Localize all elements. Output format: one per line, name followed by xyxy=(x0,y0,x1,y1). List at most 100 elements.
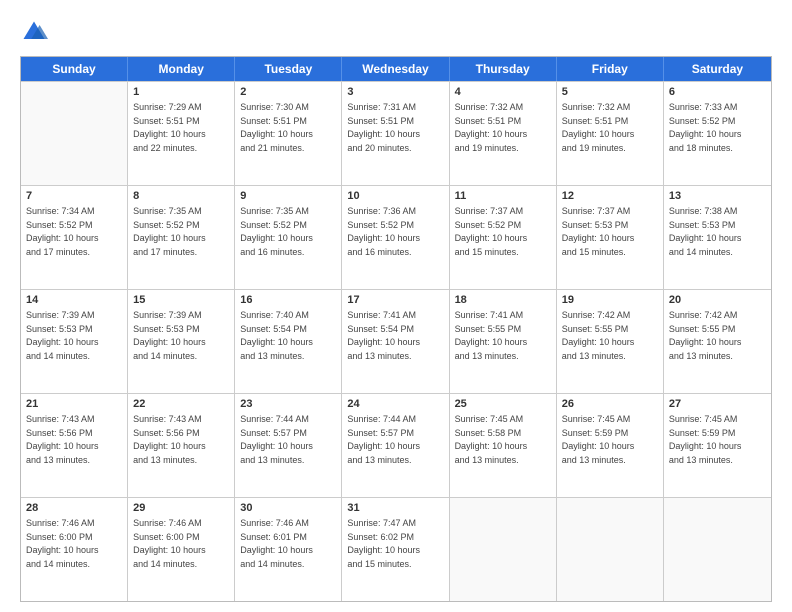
calendar-cell: 7 Sunrise: 7:34 AM Sunset: 5:52 PM Daylig… xyxy=(21,186,128,289)
day-number: 12 xyxy=(562,189,658,204)
weekday-header: Thursday xyxy=(450,57,557,81)
day-number: 3 xyxy=(347,85,443,100)
day-info: Sunrise: 7:46 AM Sunset: 6:01 PM Dayligh… xyxy=(240,518,313,569)
calendar-cell: 3 Sunrise: 7:31 AM Sunset: 5:51 PM Daylig… xyxy=(342,82,449,185)
calendar-cell xyxy=(450,498,557,601)
calendar-cell: 23 Sunrise: 7:44 AM Sunset: 5:57 PM Dayli… xyxy=(235,394,342,497)
day-number: 16 xyxy=(240,293,336,308)
day-info: Sunrise: 7:39 AM Sunset: 5:53 PM Dayligh… xyxy=(26,310,99,361)
calendar-body: 1 Sunrise: 7:29 AM Sunset: 5:51 PM Daylig… xyxy=(21,81,771,601)
day-number: 21 xyxy=(26,397,122,412)
day-info: Sunrise: 7:40 AM Sunset: 5:54 PM Dayligh… xyxy=(240,310,313,361)
day-info: Sunrise: 7:46 AM Sunset: 6:00 PM Dayligh… xyxy=(133,518,206,569)
calendar: SundayMondayTuesdayWednesdayThursdayFrid… xyxy=(20,56,772,602)
calendar-cell: 22 Sunrise: 7:43 AM Sunset: 5:56 PM Dayli… xyxy=(128,394,235,497)
header xyxy=(20,18,772,46)
calendar-cell: 4Sunrise: 7:32 AM Sunset: 5:51 PM Daylig… xyxy=(450,82,557,185)
day-number: 4 xyxy=(455,85,551,100)
calendar-cell: 10 Sunrise: 7:36 AM Sunset: 5:52 PM Dayli… xyxy=(342,186,449,289)
day-info: Sunrise: 7:45 AM Sunset: 5:59 PM Dayligh… xyxy=(669,414,742,465)
day-number: 19 xyxy=(562,293,658,308)
day-number: 30 xyxy=(240,501,336,516)
day-info: Sunrise: 7:38 AM Sunset: 5:53 PM Dayligh… xyxy=(669,206,742,257)
day-number: 31 xyxy=(347,501,443,516)
calendar-cell: 12 Sunrise: 7:37 AM Sunset: 5:53 PM Dayli… xyxy=(557,186,664,289)
day-info: Sunrise: 7:35 AM Sunset: 5:52 PM Dayligh… xyxy=(133,206,206,257)
calendar-cell: 5 Sunrise: 7:32 AM Sunset: 5:51 PM Daylig… xyxy=(557,82,664,185)
weekday-header: Friday xyxy=(557,57,664,81)
day-info: Sunrise: 7:33 AM Sunset: 5:52 PM Dayligh… xyxy=(669,102,742,153)
day-number: 23 xyxy=(240,397,336,412)
day-number: 15 xyxy=(133,293,229,308)
day-number: 13 xyxy=(669,189,766,204)
calendar-cell: 9 Sunrise: 7:35 AM Sunset: 5:52 PM Daylig… xyxy=(235,186,342,289)
day-number: 27 xyxy=(669,397,766,412)
calendar-row: 7 Sunrise: 7:34 AM Sunset: 5:52 PM Daylig… xyxy=(21,185,771,289)
calendar-cell xyxy=(21,82,128,185)
day-number: 24 xyxy=(347,397,443,412)
day-info: Sunrise: 7:42 AM Sunset: 5:55 PM Dayligh… xyxy=(669,310,742,361)
day-info: Sunrise: 7:35 AM Sunset: 5:52 PM Dayligh… xyxy=(240,206,313,257)
calendar-cell: 11 Sunrise: 7:37 AM Sunset: 5:52 PM Dayli… xyxy=(450,186,557,289)
calendar-cell: 19 Sunrise: 7:42 AM Sunset: 5:55 PM Dayli… xyxy=(557,290,664,393)
day-info: Sunrise: 7:34 AM Sunset: 5:52 PM Dayligh… xyxy=(26,206,99,257)
calendar-cell xyxy=(557,498,664,601)
day-number: 5 xyxy=(562,85,658,100)
calendar-cell: 27 Sunrise: 7:45 AM Sunset: 5:59 PM Dayli… xyxy=(664,394,771,497)
day-info: Sunrise: 7:37 AM Sunset: 5:53 PM Dayligh… xyxy=(562,206,635,257)
day-number: 25 xyxy=(455,397,551,412)
day-number: 14 xyxy=(26,293,122,308)
day-info: Sunrise: 7:29 AM Sunset: 5:51 PM Dayligh… xyxy=(133,102,206,153)
day-info: Sunrise: 7:41 AM Sunset: 5:55 PM Dayligh… xyxy=(455,310,528,361)
day-number: 10 xyxy=(347,189,443,204)
day-info: Sunrise: 7:43 AM Sunset: 5:56 PM Dayligh… xyxy=(26,414,99,465)
day-number: 6 xyxy=(669,85,766,100)
day-info: Sunrise: 7:43 AM Sunset: 5:56 PM Dayligh… xyxy=(133,414,206,465)
day-number: 29 xyxy=(133,501,229,516)
calendar-cell: 21 Sunrise: 7:43 AM Sunset: 5:56 PM Dayli… xyxy=(21,394,128,497)
calendar-row: 28Sunrise: 7:46 AM Sunset: 6:00 PM Dayli… xyxy=(21,497,771,601)
calendar-cell: 18 Sunrise: 7:41 AM Sunset: 5:55 PM Dayli… xyxy=(450,290,557,393)
day-info: Sunrise: 7:42 AM Sunset: 5:55 PM Dayligh… xyxy=(562,310,635,361)
calendar-cell: 14 Sunrise: 7:39 AM Sunset: 5:53 PM Dayli… xyxy=(21,290,128,393)
day-number: 22 xyxy=(133,397,229,412)
logo-icon xyxy=(20,18,48,46)
calendar-cell: 25 Sunrise: 7:45 AM Sunset: 5:58 PM Dayli… xyxy=(450,394,557,497)
day-info: Sunrise: 7:31 AM Sunset: 5:51 PM Dayligh… xyxy=(347,102,420,153)
calendar-cell: 2Sunrise: 7:30 AM Sunset: 5:51 PM Daylig… xyxy=(235,82,342,185)
day-number: 26 xyxy=(562,397,658,412)
day-info: Sunrise: 7:36 AM Sunset: 5:52 PM Dayligh… xyxy=(347,206,420,257)
calendar-cell: 17Sunrise: 7:41 AM Sunset: 5:54 PM Dayli… xyxy=(342,290,449,393)
day-info: Sunrise: 7:37 AM Sunset: 5:52 PM Dayligh… xyxy=(455,206,528,257)
weekday-header: Saturday xyxy=(664,57,771,81)
weekday-header: Tuesday xyxy=(235,57,342,81)
day-number: 9 xyxy=(240,189,336,204)
day-info: Sunrise: 7:45 AM Sunset: 5:59 PM Dayligh… xyxy=(562,414,635,465)
calendar-header: SundayMondayTuesdayWednesdayThursdayFrid… xyxy=(21,57,771,81)
day-info: Sunrise: 7:32 AM Sunset: 5:51 PM Dayligh… xyxy=(562,102,635,153)
day-info: Sunrise: 7:47 AM Sunset: 6:02 PM Dayligh… xyxy=(347,518,420,569)
calendar-cell: 28Sunrise: 7:46 AM Sunset: 6:00 PM Dayli… xyxy=(21,498,128,601)
calendar-row: 1 Sunrise: 7:29 AM Sunset: 5:51 PM Daylig… xyxy=(21,81,771,185)
calendar-cell: 20Sunrise: 7:42 AM Sunset: 5:55 PM Dayli… xyxy=(664,290,771,393)
calendar-cell: 8Sunrise: 7:35 AM Sunset: 5:52 PM Daylig… xyxy=(128,186,235,289)
day-info: Sunrise: 7:45 AM Sunset: 5:58 PM Dayligh… xyxy=(455,414,528,465)
calendar-cell: 30 Sunrise: 7:46 AM Sunset: 6:01 PM Dayli… xyxy=(235,498,342,601)
calendar-cell: 1 Sunrise: 7:29 AM Sunset: 5:51 PM Daylig… xyxy=(128,82,235,185)
calendar-cell: 24Sunrise: 7:44 AM Sunset: 5:57 PM Dayli… xyxy=(342,394,449,497)
calendar-cell xyxy=(664,498,771,601)
weekday-header: Sunday xyxy=(21,57,128,81)
day-info: Sunrise: 7:46 AM Sunset: 6:00 PM Dayligh… xyxy=(26,518,99,569)
day-info: Sunrise: 7:44 AM Sunset: 5:57 PM Dayligh… xyxy=(240,414,313,465)
day-number: 17 xyxy=(347,293,443,308)
day-number: 18 xyxy=(455,293,551,308)
weekday-header: Monday xyxy=(128,57,235,81)
calendar-cell: 16 Sunrise: 7:40 AM Sunset: 5:54 PM Dayli… xyxy=(235,290,342,393)
day-info: Sunrise: 7:39 AM Sunset: 5:53 PM Dayligh… xyxy=(133,310,206,361)
day-number: 2 xyxy=(240,85,336,100)
day-number: 11 xyxy=(455,189,551,204)
weekday-header: Wednesday xyxy=(342,57,449,81)
day-number: 7 xyxy=(26,189,122,204)
day-number: 1 xyxy=(133,85,229,100)
calendar-row: 21 Sunrise: 7:43 AM Sunset: 5:56 PM Dayli… xyxy=(21,393,771,497)
